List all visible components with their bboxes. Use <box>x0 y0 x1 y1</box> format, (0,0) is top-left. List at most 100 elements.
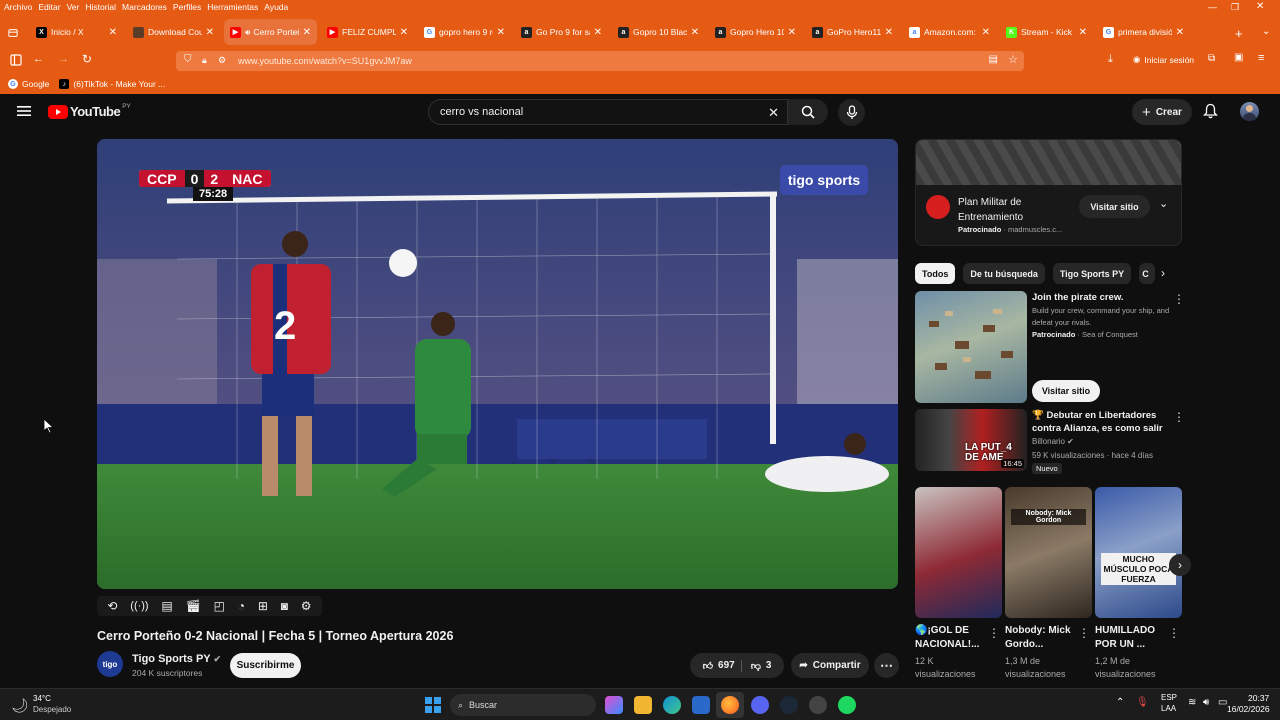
downloads-icon[interactable]: ⤓ <box>1108 53 1113 66</box>
sponsored-card[interactable]: Plan Militar de Entrenamiento Patrocinad… <box>915 139 1182 246</box>
ad-visit-button[interactable]: Visitar sitio <box>1079 195 1150 218</box>
signin-button[interactable]: ◉ Iniciar sesión <box>1133 54 1194 65</box>
loop-icon[interactable]: ⟲ <box>107 599 117 613</box>
chip-tigo-sports[interactable]: Tigo Sports PY <box>1052 263 1132 284</box>
wifi-icon[interactable]: ≋ <box>1188 697 1196 708</box>
extensions-icon[interactable]: ⧉ <box>1208 53 1215 64</box>
bookmark-star-icon[interactable]: ☆ <box>1008 53 1018 66</box>
short-title[interactable]: Nobody: Mick Gordo... <box>1005 624 1075 652</box>
browser-tab[interactable]: X Inicio / X ✕ <box>30 19 123 45</box>
browser-tab[interactable]: ▶ FELIZ CUMPLEAÑ ✕ <box>321 19 414 45</box>
tray-chevron-up-icon[interactable]: ⌃ <box>1116 697 1124 708</box>
menu-item[interactable]: Historial <box>85 2 116 12</box>
speed-icon[interactable]: ◔ <box>238 599 245 613</box>
notifications-bell-icon[interactable] <box>1203 103 1218 119</box>
shield-icon[interactable]: ⛉ <box>184 54 192 65</box>
firefox-view-icon[interactable]: ▣ <box>1234 52 1243 63</box>
clock-time[interactable]: 20:37 <box>1248 693 1269 703</box>
browser-tab[interactable]: a GoPro Hero11 Bl ✕ <box>806 19 899 45</box>
windows-start-icon[interactable] <box>425 697 441 713</box>
discord-icon[interactable] <box>751 696 769 714</box>
tab-close-icon[interactable]: ✕ <box>788 27 796 38</box>
tab-close-icon[interactable]: ✕ <box>206 27 214 38</box>
reload-icon[interactable]: ↻ <box>82 52 92 66</box>
more-vert-icon[interactable]: ⋮ <box>1078 626 1090 640</box>
short-thumbnail[interactable]: MUCHO MÚSCULO POCA FUERZA <box>1095 487 1182 618</box>
browser-tab[interactable]: a Gopro Hero 10 B ✕ <box>709 19 802 45</box>
share-button[interactable]: ➦ Compartir <box>791 653 869 678</box>
browser-tab[interactable]: K Stream - Kick Da ✕ <box>1000 19 1093 45</box>
bookmark-google[interactable]: G Google <box>8 79 49 89</box>
tab-close-icon[interactable]: ✕ <box>303 27 311 38</box>
subscribe-button[interactable]: Suscribirme <box>230 653 301 678</box>
sponsored-visit-button[interactable]: Visitar sitio <box>1032 380 1100 402</box>
url-bar[interactable]: ⛉ 🔒︎ ⚙︎ www.youtube.com/watch?v=SU1gvvJM… <box>176 51 1024 71</box>
chip-todos[interactable]: Todos <box>915 263 956 284</box>
bookmark-tiktok[interactable]: ♪ (6)TikTok - Make Your ... <box>59 79 165 89</box>
recommended-channel[interactable]: Billonario ✔︎ <box>1032 437 1074 446</box>
search-button[interactable] <box>788 99 828 125</box>
menu-item[interactable]: Ver <box>67 2 80 12</box>
channel-avatar[interactable]: tigo <box>97 651 123 677</box>
taskbar-search[interactable]: ⌕ Buscar <box>450 694 596 716</box>
browser-tab[interactable]: ▶ 🔊︎ Cerro Porteñ ✕ <box>224 19 317 45</box>
language-code[interactable]: ESP <box>1161 693 1177 702</box>
channel-name[interactable]: Tigo Sports PY ✔︎ <box>132 653 221 665</box>
tab-close-icon[interactable]: ✕ <box>885 27 893 38</box>
sidebar-icon[interactable] <box>10 54 22 66</box>
audio-icon[interactable]: ((·)) <box>130 600 148 612</box>
clear-search-icon[interactable]: ✕ <box>768 105 779 121</box>
sponsored-thumbnail[interactable] <box>915 291 1027 403</box>
menu-item[interactable]: Perfiles <box>173 2 201 12</box>
tab-close-icon[interactable]: ✕ <box>594 27 602 38</box>
chevron-right-icon[interactable]: › <box>1161 266 1165 280</box>
browser-tab[interactable]: a Amazon.com: Elg ✕ <box>903 19 996 45</box>
search-input[interactable]: cerro vs nacional ✕ <box>428 99 788 125</box>
tab-audio-icon[interactable]: 🔊︎ <box>245 27 250 38</box>
sponsored-video-title[interactable]: Join the pirate crew. <box>1032 292 1172 303</box>
screenshot-icon[interactable]: ◙ <box>281 599 288 613</box>
more-vert-icon[interactable]: ⋮ <box>1173 292 1185 306</box>
lock-icon[interactable]: 🔒︎ <box>202 55 207 66</box>
youtube-logo[interactable]: YouTube PY <box>48 103 131 119</box>
browser-tab[interactable]: Gprimera división ✕ <box>1097 19 1190 45</box>
copilot-icon[interactable] <box>605 696 623 714</box>
create-button[interactable]: + Crear <box>1132 99 1192 125</box>
dislike-button[interactable]: 👎︎ 3 <box>747 660 772 672</box>
keyboard-layout[interactable]: LAA <box>1161 704 1176 713</box>
tab-list-icon[interactable] <box>2 20 24 46</box>
short-title[interactable]: 🌎¡GOL DE NACIONAL!... <box>915 624 985 652</box>
close-window-icon[interactable]: ✕ <box>1256 1 1264 12</box>
weather-label[interactable]: Despejado <box>33 705 71 714</box>
avatar[interactable] <box>1240 102 1259 121</box>
restore-icon[interactable]: ❐ <box>1231 2 1239 13</box>
more-vert-icon[interactable]: ⋮ <box>1168 626 1180 640</box>
clock-date[interactable]: 16/02/2026 <box>1227 704 1270 714</box>
mic-muted-icon[interactable]: 🎙︎ <box>1136 697 1149 708</box>
reader-view-icon[interactable]: ▤ <box>989 54 998 65</box>
short-thumbnail[interactable] <box>915 487 1002 618</box>
recommended-title[interactable]: 🏆 Debutar en Libertadores contra Alianza… <box>1032 409 1172 436</box>
tab-close-icon[interactable]: ✕ <box>109 27 117 38</box>
guide-menu-icon[interactable] <box>17 105 31 117</box>
recommended-thumbnail[interactable]: LA PUT_4 DE AME 16:45 <box>915 409 1027 471</box>
settings-gear-icon[interactable]: ⚙︎ <box>301 599 312 613</box>
edge-icon[interactable] <box>663 696 681 714</box>
menu-item[interactable]: Herramientas <box>207 2 258 12</box>
browser-tab[interactable]: a Gopro 10 Black f ✕ <box>612 19 705 45</box>
new-tab-icon[interactable]: + <box>1235 26 1243 41</box>
like-button[interactable]: 👍︎ 697 <box>703 659 742 672</box>
spotify-icon[interactable] <box>838 696 856 714</box>
app-menu-icon[interactable]: ≡ <box>1258 52 1264 64</box>
volume-icon[interactable]: 🔊︎ <box>1203 697 1209 708</box>
chip-de-tu-busqueda[interactable]: De tu búsqueda <box>963 263 1045 284</box>
menu-item[interactable]: Archivo <box>4 2 32 12</box>
weather-temp[interactable]: 34°C <box>33 694 51 703</box>
add-icon[interactable]: ⊞ <box>258 599 268 613</box>
browser-tab[interactable]: Ggopro hero 9 rela ✕ <box>418 19 511 45</box>
list-all-tabs-icon[interactable]: ⌄ <box>1262 26 1270 37</box>
shorts-next-icon[interactable]: › <box>1169 554 1191 576</box>
forward-icon[interactable]: → <box>58 53 69 65</box>
chip-more[interactable]: C <box>1139 263 1156 284</box>
clapper-icon[interactable]: 🎬︎ <box>186 599 201 613</box>
